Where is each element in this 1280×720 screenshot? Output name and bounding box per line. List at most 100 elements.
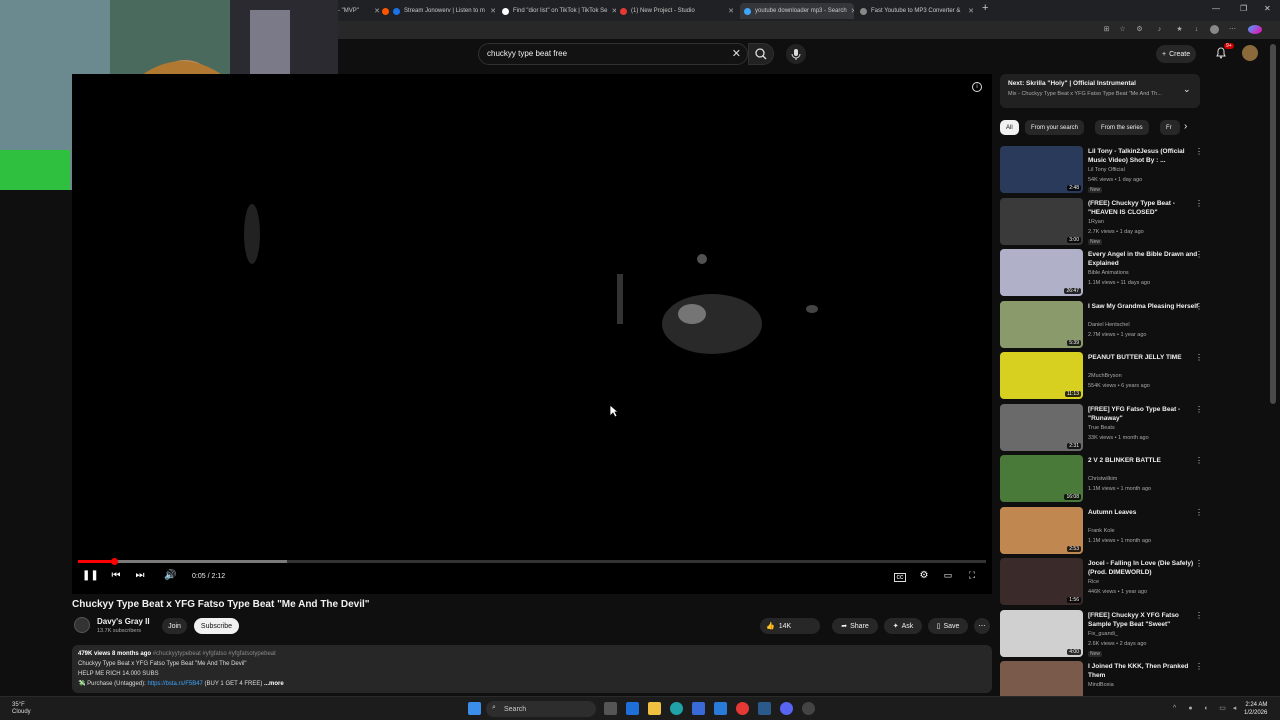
- chevron-down-icon[interactable]: ⌄: [1183, 84, 1191, 95]
- new-tab-button[interactable]: +: [982, 2, 988, 14]
- recommendation-title[interactable]: [FREE] YFG Fatso Type Beat - "Runaway": [1088, 405, 1200, 423]
- close-icon[interactable]: ✕: [724, 7, 734, 15]
- close-icon[interactable]: ✕: [847, 7, 854, 15]
- more-vert-icon[interactable]: ⋮: [1195, 508, 1203, 517]
- recommendation-title[interactable]: 2 V 2 BLINKER BATTLE: [1088, 456, 1200, 465]
- close-window-icon[interactable]: ✕: [1264, 4, 1271, 13]
- more-vert-icon[interactable]: ⋮: [1195, 353, 1203, 362]
- miniplayer-icon[interactable]: ▭: [942, 570, 954, 584]
- settings-gear-icon[interactable]: ⚙: [918, 570, 930, 584]
- recommendation-item[interactable]: 4:00 [FREE] Chuckyy X YFG Fatso Sample Ty…: [1000, 609, 1205, 660]
- more-vert-icon[interactable]: ⋮: [1195, 559, 1203, 568]
- recommendation-title[interactable]: Jocel - Falling In Love (Die Safely) (Pr…: [1088, 559, 1200, 577]
- close-icon[interactable]: ✕: [964, 7, 974, 15]
- tray-app-icon[interactable]: ●: [1186, 704, 1195, 713]
- chip-partial[interactable]: Fr: [1160, 120, 1180, 135]
- close-icon[interactable]: ✕: [608, 7, 616, 15]
- profile-icon[interactable]: [1210, 25, 1219, 34]
- maximize-icon[interactable]: ❐: [1240, 4, 1247, 13]
- more-vert-icon[interactable]: ⋮: [1195, 302, 1203, 311]
- next-button[interactable]: ⏭: [134, 570, 146, 584]
- channel-name[interactable]: Davy's Gray II: [97, 617, 150, 626]
- more-vert-icon[interactable]: ⋮: [1195, 456, 1203, 465]
- recommendation-channel[interactable]: Christwilkim: [1088, 476, 1117, 482]
- tray-chevron-icon[interactable]: ^: [1170, 704, 1179, 713]
- progress-bar[interactable]: [78, 558, 986, 565]
- share-button[interactable]: ➦ Share: [832, 618, 878, 634]
- clear-search-icon[interactable]: ✕: [732, 47, 741, 60]
- more-actions-icon[interactable]: ⋯: [974, 618, 990, 634]
- video-thumbnail[interactable]: 2:53: [1000, 506, 1083, 554]
- more-menu-icon[interactable]: ⋯: [1228, 25, 1237, 34]
- video-thumbnail[interactable]: 2:31: [1000, 403, 1083, 451]
- subscribe-button[interactable]: Subscribe: [194, 618, 239, 634]
- browser-tab[interactable]: - "MVP" ✕: [338, 3, 380, 19]
- store-icon[interactable]: [692, 702, 705, 715]
- more-vert-icon[interactable]: ⋮: [1195, 662, 1203, 671]
- save-button[interactable]: ▯ Save: [928, 618, 968, 634]
- description-box[interactable]: 479K views 8 months ago #chuckyytypebeat…: [72, 645, 992, 693]
- windows-start-icon[interactable]: [468, 702, 481, 715]
- close-icon[interactable]: ✕: [486, 7, 496, 15]
- favorites-icon[interactable]: ★: [1175, 25, 1184, 34]
- recommendation-title[interactable]: (FREE) Chuckyy Type Beat - "HEAVEN IS CL…: [1088, 199, 1200, 217]
- weather-widget[interactable]: 35°F Cloudy: [12, 702, 31, 716]
- search-button[interactable]: [748, 43, 774, 65]
- chip-from-your-search[interactable]: From your search: [1025, 120, 1085, 135]
- recommendation-item[interactable]: 11:13 PEANUT BUTTER JELLY TIME 2MuchBryson…: [1000, 352, 1205, 402]
- more-button[interactable]: ...more: [264, 681, 284, 687]
- video-thumbnail[interactable]: 3:00: [1000, 197, 1083, 245]
- recommendation-channel[interactable]: Frank Kole: [1088, 528, 1115, 534]
- recommendation-title[interactable]: I Saw My Grandma Pleasing Herself: [1088, 302, 1200, 311]
- file-explorer-icon[interactable]: [648, 702, 661, 715]
- recommendation-channel[interactable]: MindBoxia: [1088, 682, 1114, 688]
- close-icon[interactable]: ✕: [370, 7, 380, 15]
- copilot-app-icon[interactable]: [626, 702, 639, 715]
- minimize-icon[interactable]: —: [1212, 4, 1220, 13]
- video-player[interactable]: i ❚❚ ⏮ ⏭ 🔊 0:05 / 2:12 cc ⚙ ▭ ⛶: [72, 74, 992, 594]
- taskbar-search[interactable]: ⌕ Search: [486, 701, 596, 717]
- info-icon[interactable]: i: [972, 82, 982, 92]
- tray-monitor-icon[interactable]: ▭: [1218, 704, 1227, 713]
- recommendation-item[interactable]: 26:47 Every Angel in the Bible Drawn and …: [1000, 249, 1205, 299]
- recommendation-channel[interactable]: True Beats: [1088, 425, 1115, 431]
- browser-tab[interactable]: Fast Youtube to MP3 Converter & ✕: [860, 3, 974, 19]
- recommendation-title[interactable]: Lil Tony - Talkin2Jesus (Official Music …: [1088, 147, 1200, 165]
- recommendation-item[interactable]: 1:56 Jocel - Falling In Love (Die Safely)…: [1000, 558, 1205, 608]
- media-icon[interactable]: ♪: [1155, 25, 1164, 34]
- recommendation-item[interactable]: 2:48 Lil Tony - Talkin2Jesus (Official Mu…: [1000, 146, 1205, 196]
- up-next-panel[interactable]: Next: Skrilla "Holy" | Official Instrume…: [1000, 74, 1200, 108]
- purchase-link[interactable]: https://bsta.rs/F5B47: [148, 681, 203, 687]
- browser-tab[interactable]: Find "dior list" on TikTok | TikTok Se ✕: [502, 3, 616, 19]
- apps-icon[interactable]: ⊞: [1102, 25, 1111, 34]
- progress-scrubber[interactable]: [111, 558, 119, 565]
- channel-avatar[interactable]: [74, 617, 90, 633]
- subtitles-icon[interactable]: cc: [894, 573, 906, 582]
- chrome-icon[interactable]: [736, 702, 749, 715]
- video-thumbnail[interactable]: 5:39: [1000, 300, 1083, 348]
- scrollbar[interactable]: [1270, 44, 1276, 404]
- recommendation-item[interactable]: 16:08 2 V 2 BLINKER BATTLE Christwilkim 1.1…: [1000, 455, 1205, 505]
- video-thumbnail[interactable]: 1:56: [1000, 558, 1083, 605]
- browser-tab[interactable]: Stream Jonowerv | Listen to m ✕: [382, 3, 496, 19]
- video-thumbnail[interactable]: 26:47: [1000, 249, 1083, 296]
- media-player-icon[interactable]: [802, 702, 815, 715]
- volume-icon[interactable]: 🔊: [164, 570, 176, 584]
- chip-from-the-series[interactable]: From the series: [1095, 120, 1149, 135]
- recommendation-title[interactable]: PEANUT BUTTER JELLY TIME: [1088, 353, 1200, 362]
- hashtags[interactable]: #chuckyytypebeat #yfgfatso #yfgfatsotype…: [153, 651, 276, 657]
- outlook-icon[interactable]: [714, 702, 727, 715]
- video-thumbnail[interactable]: 4:00: [1000, 609, 1083, 657]
- video-thumbnail[interactable]: 16:08: [1000, 455, 1083, 502]
- recommendation-title[interactable]: Every Angel in the Bible Drawn and Expla…: [1088, 250, 1200, 268]
- search-box[interactable]: ✕: [478, 43, 748, 65]
- recommendation-channel[interactable]: Daniel Hentschel: [1088, 322, 1130, 328]
- pause-button[interactable]: ❚❚: [82, 570, 99, 584]
- tray-app-icon[interactable]: ◐: [1202, 704, 1211, 713]
- recommendation-title[interactable]: Autumn Leaves: [1088, 508, 1200, 517]
- chip-all[interactable]: All: [1000, 120, 1019, 135]
- recommendation-channel[interactable]: 1Ryan: [1088, 219, 1104, 225]
- video-thumbnail[interactable]: 11:13: [1000, 352, 1083, 399]
- recommendation-item[interactable]: 3:00 (FREE) Chuckyy Type Beat - "HEAVEN I…: [1000, 197, 1205, 248]
- chevron-right-icon[interactable]: ›: [1184, 121, 1187, 132]
